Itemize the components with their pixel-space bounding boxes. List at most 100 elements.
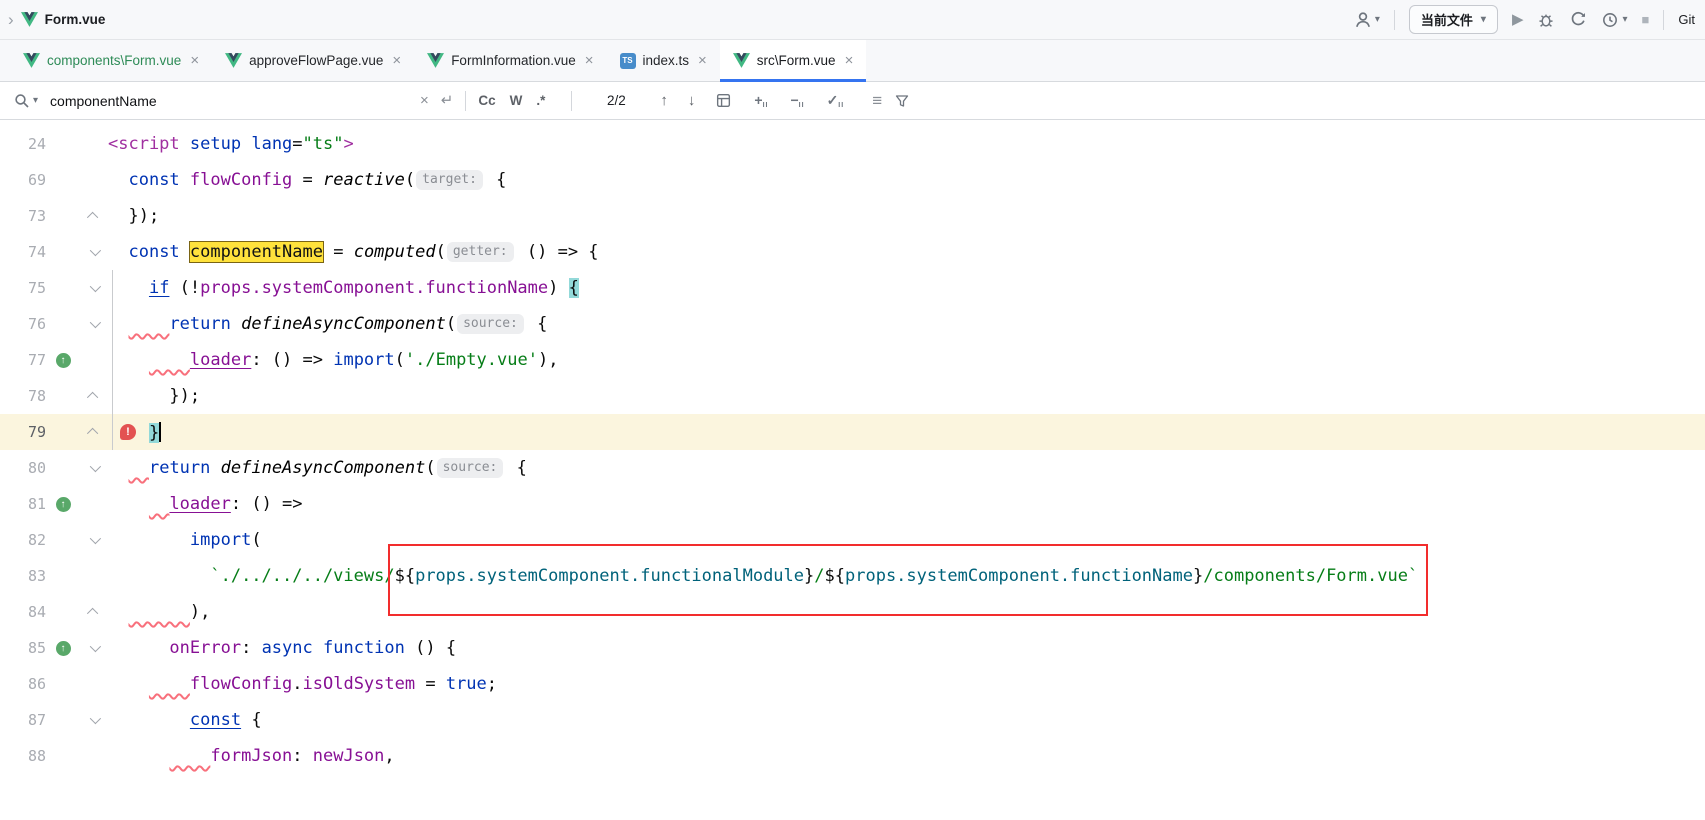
line-number[interactable]: 86 xyxy=(0,675,46,693)
git-menu[interactable]: Git xyxy=(1678,12,1695,27)
code-editor[interactable]: 24<script setup lang="ts">69 const flowC… xyxy=(0,120,1705,820)
code-token xyxy=(149,674,190,694)
tab-src-form.vue[interactable]: src\Form.vue× xyxy=(720,40,867,81)
tab-close-icon[interactable]: × xyxy=(585,52,594,69)
run-configuration-selector[interactable]: 当前文件 ▾ xyxy=(1409,5,1498,34)
code-token xyxy=(313,638,323,658)
line-number[interactable]: 77 xyxy=(0,351,46,369)
line-number[interactable]: 69 xyxy=(0,171,46,189)
line-number[interactable]: 24 xyxy=(0,135,46,153)
code-with-me-button[interactable]: ▾ xyxy=(1354,11,1380,29)
line-number[interactable]: 87 xyxy=(0,711,46,729)
line-number[interactable]: 84 xyxy=(0,603,46,621)
previous-occurrence-button[interactable]: ↑ xyxy=(660,92,668,109)
line-number[interactable]: 88 xyxy=(0,747,46,765)
fold-end-icon[interactable] xyxy=(87,608,98,619)
tab-forminformation.vue[interactable]: FormInformation.vue× xyxy=(414,40,606,81)
line-number[interactable]: 82 xyxy=(0,531,46,549)
line-number[interactable]: 78 xyxy=(0,387,46,405)
code-token xyxy=(108,746,169,766)
error-gutter-icon[interactable]: ! xyxy=(120,424,136,440)
fold-end-icon[interactable] xyxy=(87,212,98,223)
fold-collapse-icon[interactable] xyxy=(90,281,101,292)
code-line-77[interactable]: 77↑ loader: () => import('./Empty.vue'), xyxy=(0,342,1705,378)
regex-toggle[interactable]: .* xyxy=(536,93,545,108)
line-number[interactable]: 85 xyxy=(0,639,46,657)
fold-collapse-icon[interactable] xyxy=(90,461,101,472)
vue-file-icon xyxy=(733,53,750,68)
profiler-button[interactable]: ▾ xyxy=(1601,11,1627,29)
code-line-86[interactable]: 86 flowConfig.isOldSystem = true; xyxy=(0,666,1705,702)
line-number[interactable]: 76 xyxy=(0,315,46,333)
code-line-78[interactable]: 78 }); xyxy=(0,378,1705,414)
line-number[interactable]: 80 xyxy=(0,459,46,477)
tab-components-form.vue[interactable]: components\Form.vue× xyxy=(10,40,212,81)
tab-close-icon[interactable]: × xyxy=(698,52,707,69)
add-occurrence-button[interactable]: +II xyxy=(754,92,768,109)
fold-collapse-icon[interactable] xyxy=(90,317,101,328)
code-line-76[interactable]: 76 return defineAsyncComponent(source: { xyxy=(0,306,1705,342)
match-case-toggle[interactable]: Cc xyxy=(478,93,495,108)
clock-icon xyxy=(1601,11,1619,29)
search-mode-button[interactable]: ▾ xyxy=(14,93,38,109)
line-number[interactable]: 73 xyxy=(0,207,46,225)
newline-icon[interactable]: ↵ xyxy=(441,93,454,108)
code-line-81[interactable]: 81↑ loader: () => xyxy=(0,486,1705,522)
code-token: onError xyxy=(169,638,241,658)
code-text: formJson: newJson, xyxy=(108,746,395,766)
code-line-87[interactable]: 87 const { xyxy=(0,702,1705,738)
whole-words-toggle[interactable]: W xyxy=(510,93,523,108)
code-token: () { xyxy=(405,638,456,658)
tab-index.ts[interactable]: TSindex.ts× xyxy=(607,40,720,81)
fold-collapse-icon[interactable] xyxy=(90,641,101,652)
navigate-gutter-icon[interactable]: ↑ xyxy=(56,353,71,368)
code-line-73[interactable]: 73 }); xyxy=(0,198,1705,234)
fold-end-icon[interactable] xyxy=(87,392,98,403)
tab-close-icon[interactable]: × xyxy=(392,52,401,69)
tab-approveflowpage.vue[interactable]: approveFlowPage.vue× xyxy=(212,40,414,81)
gutter-fold-column xyxy=(80,644,108,652)
divider xyxy=(1663,10,1664,30)
run-button[interactable]: ▶ xyxy=(1512,12,1524,27)
code-line-88[interactable]: 88 formJson: newJson, xyxy=(0,738,1705,774)
next-occurrence-button[interactable]: ↓ xyxy=(688,92,696,109)
code-token: ( xyxy=(446,314,456,334)
code-line-24[interactable]: 24<script setup lang="ts"> xyxy=(0,126,1705,162)
code-line-80[interactable]: 80 return defineAsyncComponent(source: { xyxy=(0,450,1705,486)
fold-collapse-icon[interactable] xyxy=(90,713,101,724)
code-line-79[interactable]: 79 }! xyxy=(0,414,1705,450)
remove-occurrence-button[interactable]: −II xyxy=(790,92,804,109)
tab-close-icon[interactable]: × xyxy=(845,52,854,69)
navigate-gutter-icon[interactable]: ↑ xyxy=(56,497,71,512)
tab-close-icon[interactable]: × xyxy=(190,52,199,69)
fold-end-icon[interactable] xyxy=(87,428,98,439)
fold-collapse-icon[interactable] xyxy=(90,245,101,256)
view-options-button[interactable]: ≡ xyxy=(872,92,882,109)
select-all-occurrences-button[interactable]: ✓II xyxy=(827,92,845,109)
code-token: const xyxy=(128,170,179,190)
debug-button[interactable] xyxy=(1537,11,1555,29)
line-number[interactable]: 75 xyxy=(0,279,46,297)
code-token xyxy=(108,602,128,622)
code-line-75[interactable]: 75 if (!props.systemComponent.functionNa… xyxy=(0,270,1705,306)
open-in-find-window-button[interactable] xyxy=(715,92,732,109)
line-number[interactable]: 79 xyxy=(0,423,46,441)
search-input[interactable]: componentName xyxy=(50,93,408,109)
code-line-69[interactable]: 69 const flowConfig = reactive(target: { xyxy=(0,162,1705,198)
stop-button[interactable]: ■ xyxy=(1642,12,1650,27)
code-line-74[interactable]: 74 const componentName = computed(getter… xyxy=(0,234,1705,270)
line-number[interactable]: 83 xyxy=(0,567,46,585)
code-token: : () => xyxy=(231,494,303,514)
gutter-icon-column: ↑ xyxy=(46,353,80,368)
line-number[interactable]: 74 xyxy=(0,243,46,261)
coverage-button[interactable] xyxy=(1569,11,1587,29)
clear-search-icon[interactable]: × xyxy=(420,93,429,108)
fold-collapse-icon[interactable] xyxy=(90,533,101,544)
filter-button[interactable] xyxy=(894,93,910,109)
check-icon: ✓ xyxy=(827,92,839,108)
code-token: `./../../../views/ xyxy=(210,566,394,586)
line-number[interactable]: 81 xyxy=(0,495,46,513)
code-line-85[interactable]: 85↑ onError: async function () { xyxy=(0,630,1705,666)
divider xyxy=(465,91,466,111)
navigate-gutter-icon[interactable]: ↑ xyxy=(56,641,71,656)
